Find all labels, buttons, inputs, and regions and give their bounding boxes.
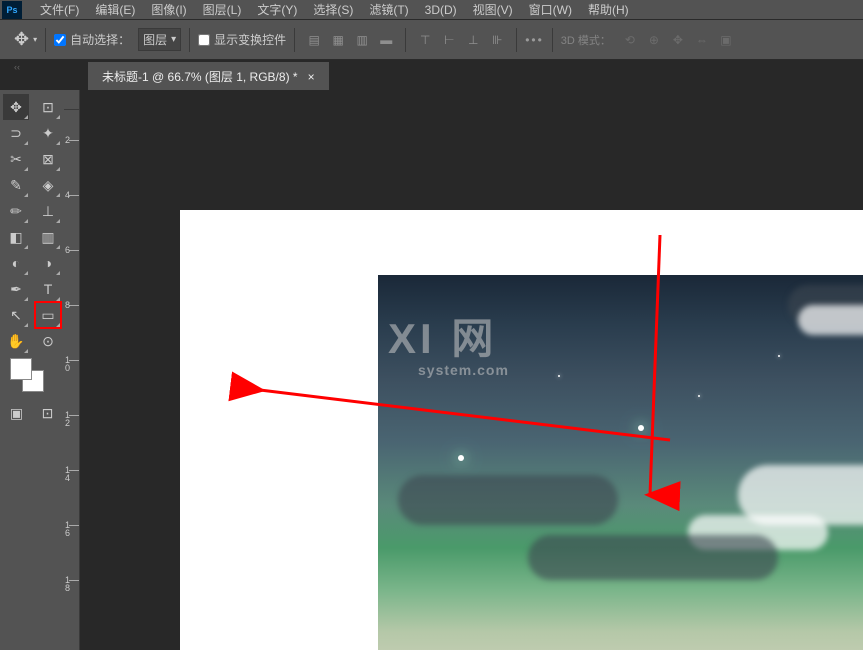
document-tab[interactable]: 未标题-1 @ 66.7% (图层 1, RGB/8) * ×	[88, 62, 329, 90]
auto-select-target[interactable]: 图层	[138, 28, 181, 51]
rectangle-shape-tool[interactable]: ▭	[35, 302, 61, 328]
divider	[294, 28, 295, 52]
app-icon[interactable]: Ps	[2, 1, 22, 19]
show-transform-input[interactable]	[198, 34, 210, 46]
workspace: 0246810121416182022242628303234 24681012…	[64, 90, 863, 650]
menu-file[interactable]: 文件(F)	[32, 0, 87, 20]
options-bar: ✥ ▾ 自动选择： 图层 显示变换控件 ▤ ▦ ▥ ▬ ⊤ ⊢ ⊥ ⊪ ••• …	[0, 20, 863, 60]
menu-select[interactable]: 选择(S)	[305, 0, 361, 20]
clone-stamp-tool[interactable]: ⊥	[35, 198, 61, 224]
crop-tool[interactable]: ✂	[3, 146, 29, 172]
color-swatches[interactable]	[0, 354, 64, 398]
move-tool[interactable]: ✥	[3, 94, 29, 120]
divider	[405, 28, 406, 52]
canvas-area[interactable]: XI 网 system.com	[80, 110, 863, 650]
3d-orbit-icon[interactable]: ⟲	[619, 29, 641, 51]
gradient-tool[interactable]: ▥	[35, 224, 61, 250]
foreground-color[interactable]	[10, 358, 32, 380]
auto-select-checkbox[interactable]: 自动选择：	[54, 31, 130, 48]
vertical-ruler[interactable]: 24681012141618	[64, 110, 80, 650]
layer-image[interactable]: XI 网 system.com	[378, 275, 863, 650]
eyedropper-tool[interactable]: ✎	[3, 172, 29, 198]
watermark: XI 网 system.com	[388, 305, 509, 378]
show-transform-label: 显示变换控件	[214, 31, 286, 48]
align-bottom-icon[interactable]: ⊥	[462, 29, 484, 51]
menu-view[interactable]: 视图(V)	[465, 0, 521, 20]
pen-tool[interactable]: ✒	[3, 276, 29, 302]
artboard-tool[interactable]: ⊡	[35, 94, 61, 120]
divider	[45, 28, 46, 52]
align-center-h-icon[interactable]: ▦	[327, 29, 349, 51]
align-middle-icon[interactable]: ⊢	[438, 29, 460, 51]
distribute-group: ⊤ ⊢ ⊥ ⊪	[414, 29, 508, 51]
move-tool-icon[interactable]: ✥	[14, 29, 29, 50]
more-options-icon[interactable]: •••	[525, 33, 544, 47]
slice-tool[interactable]: ⊠	[35, 146, 61, 172]
tab-strip-handle-icon[interactable]: ‹‹	[14, 60, 28, 72]
3d-mode-group: ⟲ ⊕ ✥ ⇔ ▣	[619, 29, 737, 51]
divider	[516, 28, 517, 52]
auto-select-label: 自动选择：	[70, 31, 130, 48]
document-tab-title: 未标题-1 @ 66.7% (图层 1, RGB/8) *	[102, 68, 298, 85]
hand-tool[interactable]: ✋	[3, 328, 29, 354]
tab-close-icon[interactable]: ×	[308, 70, 315, 84]
lasso-tool[interactable]: ⊃	[3, 120, 29, 146]
tool-panel: ✥ ⊡ ⊃ ✦ ✂ ⊠ ✎ ◈ ✏ ⊥ ◧ ▥ ◐ ◑ ✒ T ↖ ▭ ✋ ⊙ …	[0, 90, 64, 650]
3d-camera-icon[interactable]: ▣	[715, 29, 737, 51]
quick-select-tool[interactable]: ✦	[35, 120, 61, 146]
path-select-tool[interactable]: ↖	[3, 302, 29, 328]
blur-tool[interactable]: ◐	[3, 250, 29, 276]
menu-filter[interactable]: 滤镜(T)	[361, 0, 416, 20]
menu-layer[interactable]: 图层(L)	[195, 0, 250, 20]
ruler-tool[interactable]: ◈	[35, 172, 61, 198]
watermark-sub: system.com	[418, 362, 509, 378]
divider	[189, 28, 190, 52]
menu-type[interactable]: 文字(Y)	[249, 0, 305, 20]
3d-roll-icon[interactable]: ⊕	[643, 29, 665, 51]
3d-mode-label: 3D 模式：	[561, 32, 611, 48]
align-left-icon[interactable]: ▤	[303, 29, 325, 51]
align-group: ▤ ▦ ▥ ▬	[303, 29, 397, 51]
menu-3d[interactable]: 3D(D)	[417, 1, 465, 19]
menu-window[interactable]: 窗口(W)	[521, 0, 580, 20]
zoom-tool[interactable]: ⊙	[35, 328, 61, 354]
type-tool[interactable]: T	[35, 276, 61, 302]
menu-image[interactable]: 图像(I)	[143, 0, 194, 20]
screen-mode-icon[interactable]: ⊡	[38, 400, 57, 426]
eraser-tool[interactable]: ◧	[3, 224, 29, 250]
menu-bar: Ps 文件(F) 编辑(E) 图像(I) 图层(L) 文字(Y) 选择(S) 滤…	[0, 0, 863, 20]
dodge-tool[interactable]: ◑	[35, 250, 61, 276]
watermark-main: XI 网	[388, 305, 509, 366]
menu-edit[interactable]: 编辑(E)	[87, 0, 143, 20]
document-tabs: ‹‹ 未标题-1 @ 66.7% (图层 1, RGB/8) * ×	[0, 60, 863, 90]
quick-mask-icon[interactable]: ▣	[7, 400, 26, 426]
3d-slide-icon[interactable]: ⇔	[691, 29, 713, 51]
align-right-icon[interactable]: ▥	[351, 29, 373, 51]
align-top-icon[interactable]: ⊤	[414, 29, 436, 51]
ruler-origin[interactable]	[64, 90, 80, 110]
menu-help[interactable]: 帮助(H)	[580, 0, 637, 20]
auto-select-input[interactable]	[54, 34, 66, 46]
brush-tool[interactable]: ✏	[3, 198, 29, 224]
align-justify-icon[interactable]: ▬	[375, 29, 397, 51]
3d-pan-icon[interactable]: ✥	[667, 29, 689, 51]
distribute-icon[interactable]: ⊪	[486, 29, 508, 51]
show-transform-checkbox[interactable]: 显示变换控件	[198, 31, 286, 48]
divider	[552, 28, 553, 52]
tool-preset-chevron-icon[interactable]: ▾	[33, 35, 37, 44]
